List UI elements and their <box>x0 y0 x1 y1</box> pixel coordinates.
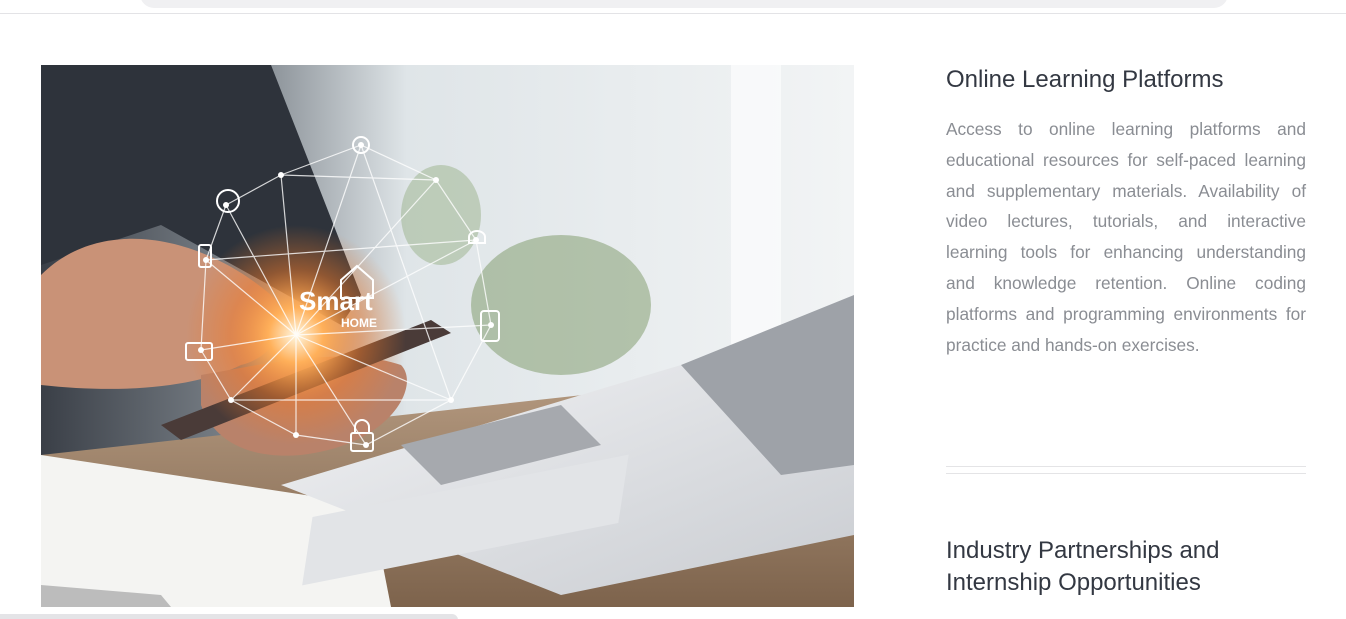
section-divider <box>946 466 1306 467</box>
section-divider <box>946 473 1306 474</box>
section-title: Industry Partnerships and Internship Opp… <box>946 537 1220 596</box>
smart-label: Smart <box>299 286 373 316</box>
industry-partnerships-section: Industry Partnerships and Internship Opp… <box>946 535 1306 599</box>
online-learning-section: Online Learning Platforms Access to onli… <box>946 64 1306 360</box>
page: Smart HOME Online Learning Platforms Acc… <box>0 0 1346 619</box>
home-label: HOME <box>341 316 377 330</box>
section-title: Online Learning Platforms <box>946 66 1224 93</box>
search-bar-edge[interactable] <box>140 0 1228 8</box>
section-description: Access to online learning platforms and … <box>946 119 1306 355</box>
top-navbar-edge <box>0 0 1346 14</box>
horizontal-scrollbar[interactable] <box>0 614 458 619</box>
smart-home-hero-image: Smart HOME <box>41 65 854 607</box>
